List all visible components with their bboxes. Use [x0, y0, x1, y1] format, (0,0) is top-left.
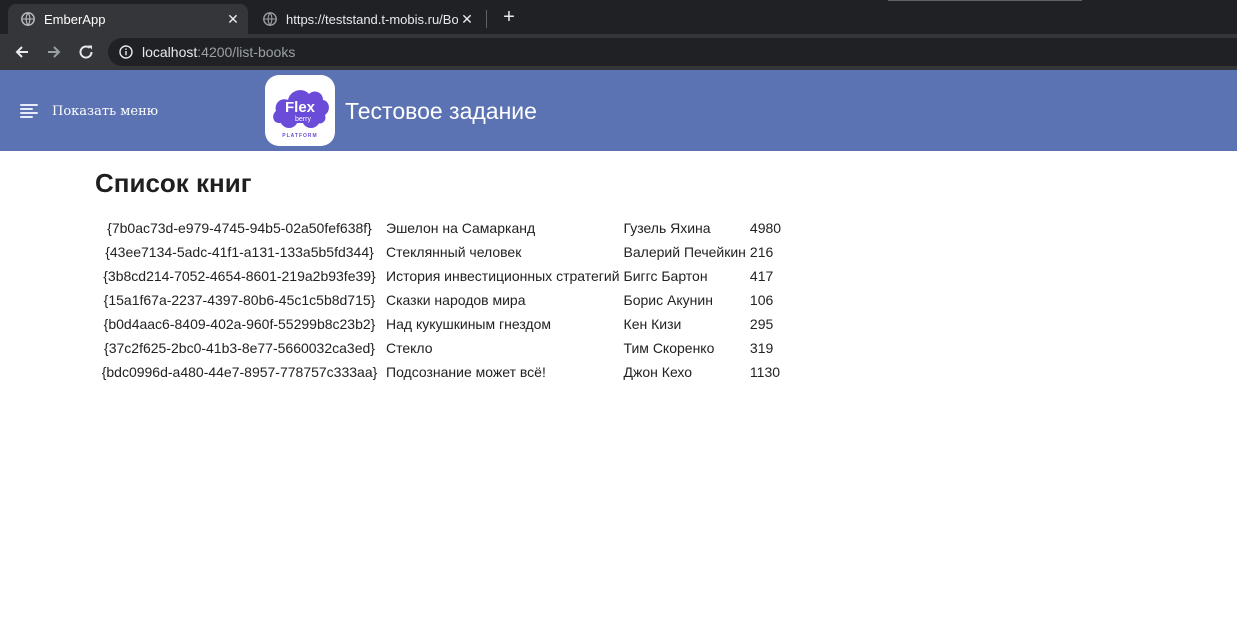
table-row: {3b8cd214-7052-4654-8601-219a2b93fe39} И…: [95, 264, 798, 288]
browser-tab-teststand[interactable]: https://teststand.t-mobis.ru/Book ✕: [250, 4, 482, 34]
app-title: Тестовое задание: [345, 98, 537, 124]
book-id-cell: {15a1f67a-2237-4397-80b6-45c1c5b8d715}: [103, 292, 376, 308]
url-text: localhost:4200/list-books: [142, 44, 295, 60]
book-title-cell: Сказки народов мира: [386, 292, 526, 308]
flexberry-logo: Flex berry PLATFORM: [265, 75, 335, 146]
hamburger-menu-icon: [20, 104, 38, 118]
book-author-cell: Гузель Яхина: [623, 220, 711, 236]
close-tab-icon[interactable]: ✕: [458, 10, 476, 28]
table-row: {37c2f625-2bc0-41b3-8e77-5660032ca3ed} С…: [95, 336, 798, 360]
book-pages-cell: 106: [749, 292, 774, 308]
table-row: {15a1f67a-2237-4397-80b6-45c1c5b8d715} С…: [95, 288, 798, 312]
logo-sub-text: berry: [295, 116, 311, 123]
book-author-cell: Кен Кизи: [623, 316, 682, 332]
book-pages-cell: 417: [749, 268, 774, 284]
book-pages-cell: 4980: [749, 220, 782, 236]
book-author-cell: Валерий Печейкин: [623, 244, 746, 260]
browser-toolbar: localhost:4200/list-books: [0, 34, 1237, 70]
book-id-cell: {37c2f625-2bc0-41b3-8e77-5660032ca3ed}: [104, 340, 375, 356]
book-title-cell: История инвестиционных стратегий: [386, 268, 620, 284]
table-row: {7b0ac73d-e979-4745-94b5-02a50fef638f} Э…: [95, 216, 798, 240]
book-id-cell: {43ee7134-5adc-41f1-a131-133a5b5fd344}: [105, 244, 374, 260]
book-pages-cell: 319: [749, 340, 774, 356]
book-title-cell: Эшелон на Самарканд: [386, 220, 536, 236]
page-title: Список книг: [95, 168, 252, 198]
tabstrip-accent-line: [888, 0, 1082, 1]
book-title-cell: Стекло: [386, 340, 433, 356]
book-title-cell: Стеклянный человек: [386, 244, 522, 260]
show-menu-label: Показать меню: [52, 103, 159, 119]
globe-icon: [263, 12, 277, 26]
logo-platform-text: PLATFORM: [282, 133, 317, 139]
site-info-icon[interactable]: [119, 45, 133, 59]
show-menu-button[interactable]: Показать меню: [10, 96, 158, 126]
tab-separator: [486, 10, 487, 28]
back-arrow-icon[interactable]: [10, 40, 34, 64]
table-row: {bdc0996d-a480-44e7-8957-778757c333aa} П…: [95, 360, 798, 384]
book-author-cell: Биггс Бартон: [623, 268, 708, 284]
reload-icon[interactable]: [74, 40, 98, 64]
close-tab-icon[interactable]: ✕: [224, 10, 242, 28]
table-row: {43ee7134-5adc-41f1-a131-133a5b5fd344} С…: [95, 240, 798, 264]
forward-arrow-icon[interactable]: [42, 40, 66, 64]
book-author-cell: Борис Акунин: [623, 292, 713, 308]
book-id-cell: {7b0ac73d-e979-4745-94b5-02a50fef638f}: [107, 220, 372, 236]
globe-icon: [21, 12, 35, 26]
new-tab-plus-icon[interactable]: +: [498, 6, 520, 28]
book-pages-cell: 216: [749, 244, 774, 260]
url-path: :4200/list-books: [197, 44, 296, 60]
address-bar[interactable]: localhost:4200/list-books: [108, 38, 1237, 66]
book-title-cell: Над кукушкиным гнездом: [386, 316, 552, 332]
book-id-cell: {b0d4aac6-8409-402a-960f-55299b8c23b2}: [103, 316, 376, 332]
books-table: {7b0ac73d-e979-4745-94b5-02a50fef638f} Э…: [95, 216, 798, 384]
logo-main-text: Flex: [285, 99, 316, 116]
browser-tab-emberapp[interactable]: EmberApp ✕: [8, 4, 248, 34]
app-header: Показать меню: [0, 70, 1237, 151]
book-id-cell: {bdc0996d-a480-44e7-8957-778757c333aa}: [101, 364, 378, 380]
url-host: localhost: [142, 44, 198, 60]
book-pages-cell: 1130: [749, 364, 781, 380]
browser-tabstrip: EmberApp ✕ https://teststand.t-mobis.ru/…: [0, 0, 1237, 34]
table-row: {b0d4aac6-8409-402a-960f-55299b8c23b2} Н…: [95, 312, 798, 336]
tab-title: EmberApp: [44, 11, 106, 27]
book-title-cell: Подсознание может всё!: [386, 364, 546, 380]
book-pages-cell: 295: [749, 316, 774, 332]
book-author-cell: Джон Кехо: [623, 364, 693, 380]
book-author-cell: Тим Скоренко: [623, 340, 715, 356]
tab-title: https://teststand.t-mobis.ru/Book: [286, 11, 458, 27]
book-id-cell: {3b8cd214-7052-4654-8601-219a2b93fe39}: [103, 268, 376, 284]
